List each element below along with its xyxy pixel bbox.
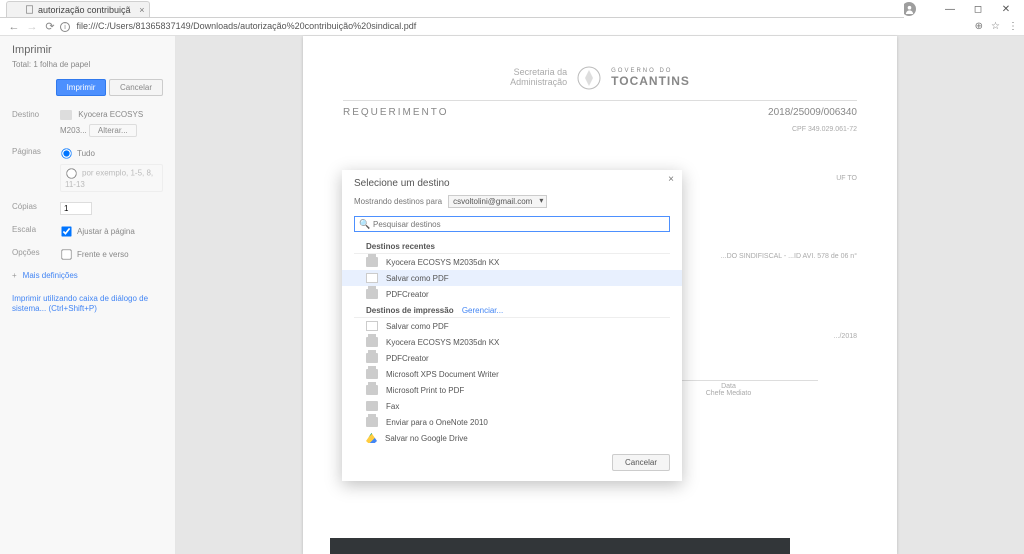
fax-icon [366, 401, 378, 411]
dialog-title: Selecione um destino [354, 178, 450, 189]
destination-name: Fax [386, 402, 399, 411]
copies-input[interactable] [60, 202, 92, 215]
printer-icon [366, 353, 378, 363]
print-settings-panel: Imprimir Total: 1 folha de papel Imprimi… [0, 36, 176, 554]
document-icon [25, 5, 34, 14]
url-text: file:///C:/Users/81365837149/Downloads/a… [77, 21, 417, 31]
back-button[interactable]: ← [6, 19, 22, 35]
print-title: Imprimir [12, 44, 163, 56]
printer-icon [60, 110, 72, 120]
window-minimize-button[interactable]: — [936, 4, 964, 15]
tocantins-seal-icon [577, 66, 601, 90]
manage-link[interactable]: Gerenciar... [462, 306, 503, 315]
bookmark-icon[interactable]: ☆ [991, 21, 1000, 32]
window-close-button[interactable]: ✕ [992, 4, 1020, 15]
browser-content: Imprimir Total: 1 folha de papel Imprimi… [0, 36, 1024, 554]
print-destination-item[interactable]: PDFCreator [342, 350, 682, 366]
duplex-checkbox[interactable]: Frente e verso [60, 250, 129, 259]
change-destination-button[interactable]: Alterar... [89, 124, 137, 137]
forward-button: → [24, 19, 40, 35]
search-icon: 🔍 [359, 219, 369, 229]
destination-name: Microsoft XPS Document Writer [386, 370, 499, 379]
fit-page-checkbox[interactable]: Ajustar à página [60, 227, 135, 236]
destination-label: Destino [12, 110, 60, 137]
destination-name: Salvar no Google Drive [385, 434, 468, 443]
print-overlay: Imprimir Total: 1 folha de papel Imprimi… [0, 36, 1024, 554]
tab-title: autorização contribuiçã [38, 5, 131, 15]
recent-destination-item[interactable]: Kyocera ECOSYS M2035dn KX [342, 254, 682, 270]
options-label: Opções [12, 248, 60, 261]
print-total: Total: 1 folha de papel [12, 60, 163, 69]
window-maximize-button[interactable]: ◻ [964, 4, 992, 15]
url-display[interactable]: i file:///C:/Users/81365837149/Downloads… [60, 21, 975, 32]
doc-state: GOVERNO DO TOCANTINS [611, 68, 690, 88]
printer-icon [366, 369, 378, 379]
doc-cpf-value: 349.029.061-72 [808, 126, 857, 133]
recent-destinations-title: Destinos recentes [354, 238, 670, 254]
destination-search-input[interactable] [373, 220, 665, 229]
dialog-close-icon[interactable]: × [668, 174, 674, 185]
printer-icon [366, 257, 378, 267]
tab-strip: autorização contribuiçã × [0, 0, 904, 18]
doc-protocol: 2018/25009/006340 [768, 107, 857, 118]
copies-label: Cópias [12, 202, 60, 215]
print-destination-item[interactable]: Salvar como PDF [342, 318, 682, 334]
printer-icon [366, 337, 378, 347]
system-dialog-link[interactable]: Imprimir utilizando caixa de diálogo de … [12, 294, 163, 315]
destination-name: Microsoft Print to PDF [386, 386, 464, 395]
printer-icon [366, 289, 378, 299]
more-settings-link[interactable]: Mais definições [12, 271, 163, 280]
print-destination-item[interactable]: Microsoft XPS Document Writer [342, 366, 682, 382]
doc-requerimento: REQUERIMENTO [343, 107, 449, 118]
pages-label: Páginas [12, 147, 60, 192]
print-destination-item[interactable]: Enviar para o OneNote 2010 [342, 414, 682, 430]
destination-dialog: × Selecione um destino Mostrando destino… [342, 170, 682, 481]
print-destinations-title: Destinos de impressão Gerenciar... [354, 302, 670, 318]
tab-close-icon[interactable]: × [139, 5, 144, 15]
recent-destination-item[interactable]: Salvar como PDF [342, 270, 682, 286]
pages-range-radio[interactable]: por exemplo, 1-5, 8, 11-13 [60, 164, 163, 192]
pdf-icon [366, 273, 378, 283]
print-destination-item[interactable]: Microsoft Print to PDF [342, 382, 682, 398]
pdf-toolbar-strip [330, 538, 790, 554]
destination-name: Salvar como PDF [386, 322, 449, 331]
reload-button[interactable]: ⟳ [42, 19, 58, 35]
printer-icon [366, 417, 378, 427]
destination-name: Enviar para o OneNote 2010 [386, 418, 488, 427]
print-destination-item[interactable]: Fax [342, 398, 682, 414]
address-bar: ← → ⟳ i file:///C:/Users/81365837149/Dow… [0, 18, 1024, 36]
showing-for-label: Mostrando destinos para [354, 197, 442, 206]
browser-tab[interactable]: autorização contribuiçã × [6, 1, 150, 17]
zoom-icon[interactable]: ⊕ [975, 21, 983, 32]
recent-destination-item[interactable]: PDFCreator [342, 286, 682, 302]
account-select[interactable]: csvoltolini@gmail.com [448, 195, 547, 208]
destination-name: Kyocera ECOSYS M2035dn KX [386, 338, 499, 347]
gdrive-icon [366, 433, 377, 443]
destination-name: PDFCreator [386, 290, 429, 299]
print-destination-item[interactable]: Salvar no Google Drive [342, 430, 682, 446]
destination-name: Kyocera ECOSYS M2035dn KX [386, 258, 499, 267]
pages-all-radio[interactable]: Tudo [60, 149, 95, 158]
printer-icon [366, 385, 378, 395]
print-destination-item[interactable]: Kyocera ECOSYS M2035dn KX [342, 334, 682, 350]
doc-cpf-label: CPF [792, 126, 806, 133]
scale-label: Escala [12, 225, 60, 238]
site-info-icon[interactable]: i [60, 22, 70, 32]
print-cancel-button[interactable]: Cancelar [109, 79, 163, 96]
destination-name: PDFCreator [386, 354, 429, 363]
pdf-icon [366, 321, 378, 331]
destination-name: Salvar como PDF [386, 274, 449, 283]
profile-avatar-icon[interactable] [902, 2, 916, 16]
print-button[interactable]: Imprimir [56, 79, 107, 96]
menu-icon[interactable]: ⋮ [1008, 21, 1018, 32]
doc-secretaria: Secretaria da Administração [510, 68, 567, 88]
dialog-cancel-button[interactable]: Cancelar [612, 454, 670, 471]
destination-search[interactable]: 🔍 [354, 216, 670, 232]
